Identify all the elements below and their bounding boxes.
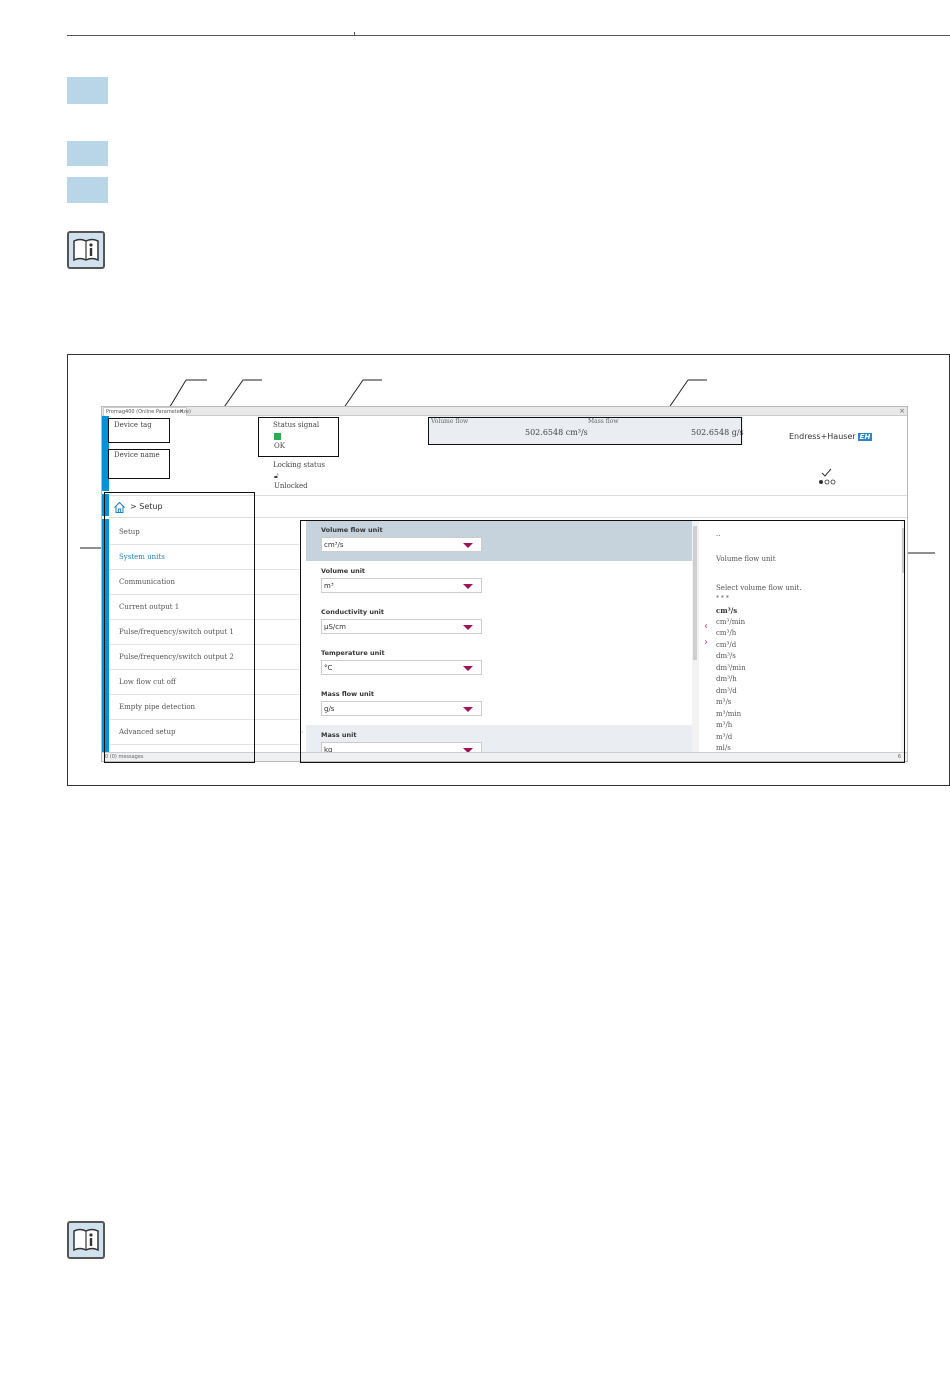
logo-badge: EH [857,433,873,441]
locking-status-label: Locking status [273,461,325,469]
unlocked-icon: 🔓︎ [274,472,279,480]
callout-box-device-tag [108,418,170,443]
close-icon[interactable]: × [179,408,184,415]
callout-box-device-name [108,449,170,479]
locking-status-value: Unlocked [274,482,308,490]
logo-text: Endress+Hauser [789,432,856,441]
window-close-icon[interactable]: × [899,407,905,415]
tab-device[interactable]: Promag400 (Online Parameterize) × [103,407,191,416]
manual-info-icon [67,1221,105,1259]
tab-bar: Promag400 (Online Parameterize) × × [102,407,907,416]
status-check-dots-icon [819,468,836,485]
callout-box-navigation [104,492,255,763]
endress-hauser-logo: Endress+Hauser EH [789,432,873,441]
callout-box-measured-values [428,417,742,445]
callout-box-working-area [300,520,905,763]
callout-box-status [258,417,339,457]
